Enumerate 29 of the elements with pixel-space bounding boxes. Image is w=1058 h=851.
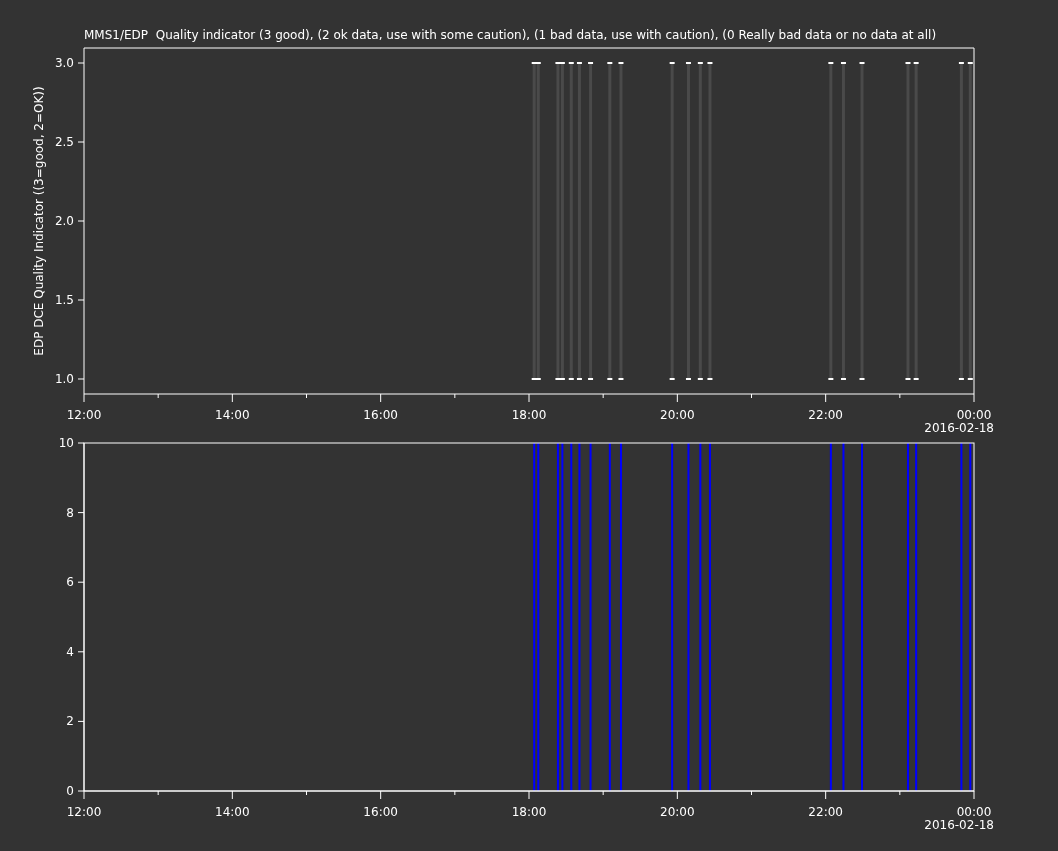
x-tick-label: 16:00 [363,805,398,819]
x-tick-label: 22:00 [808,408,843,422]
date-label: 2016-02-18 [924,421,994,435]
x-tick-label: 00:00 [956,408,992,422]
x-tick-label: 22:00 [808,805,843,819]
x-tick-label: 20:00 [660,408,695,422]
y-tick-label: 4 [66,644,74,659]
x-tick-label: 14:00 [215,408,250,422]
x-tick-label: 12:00 [66,805,102,819]
y-tick-label: 2 [66,714,74,729]
x-tick-label: 12:00 [66,408,102,422]
x-tick-label: 00:00 [956,805,992,819]
x-tick-label: 20:00 [660,805,695,819]
y-tick-label: 1.0 [54,372,74,386]
y-tick-label: 6 [66,575,74,590]
y-axis-title: EDP DCE Quality Indicator ((3=good, 2=OK)) [32,86,46,356]
x-tick-label: 16:00 [363,408,398,422]
x-tick-label: 14:00 [215,805,250,819]
x-tick-label: 18:00 [511,805,547,819]
y-tick-label: 0 [66,784,74,798]
y-tick-label: 2.5 [54,135,74,149]
y-tick-label: 3.0 [54,56,74,70]
x-tick-label: 18:00 [511,408,547,422]
date-label: 2016-02-18 [924,818,994,832]
y-tick-label: 2.0 [54,214,74,228]
y-tick-label: 8 [66,505,74,520]
y-tick-label: 10 [58,436,74,450]
plot-title: MMS1/EDP Quality indicator (3 good), (2 ok data, use with some caution), (1 bad data, use with caution), (0 Really bad data or no data at all) [84,28,937,42]
y-tick-label: 1.5 [54,293,74,307]
